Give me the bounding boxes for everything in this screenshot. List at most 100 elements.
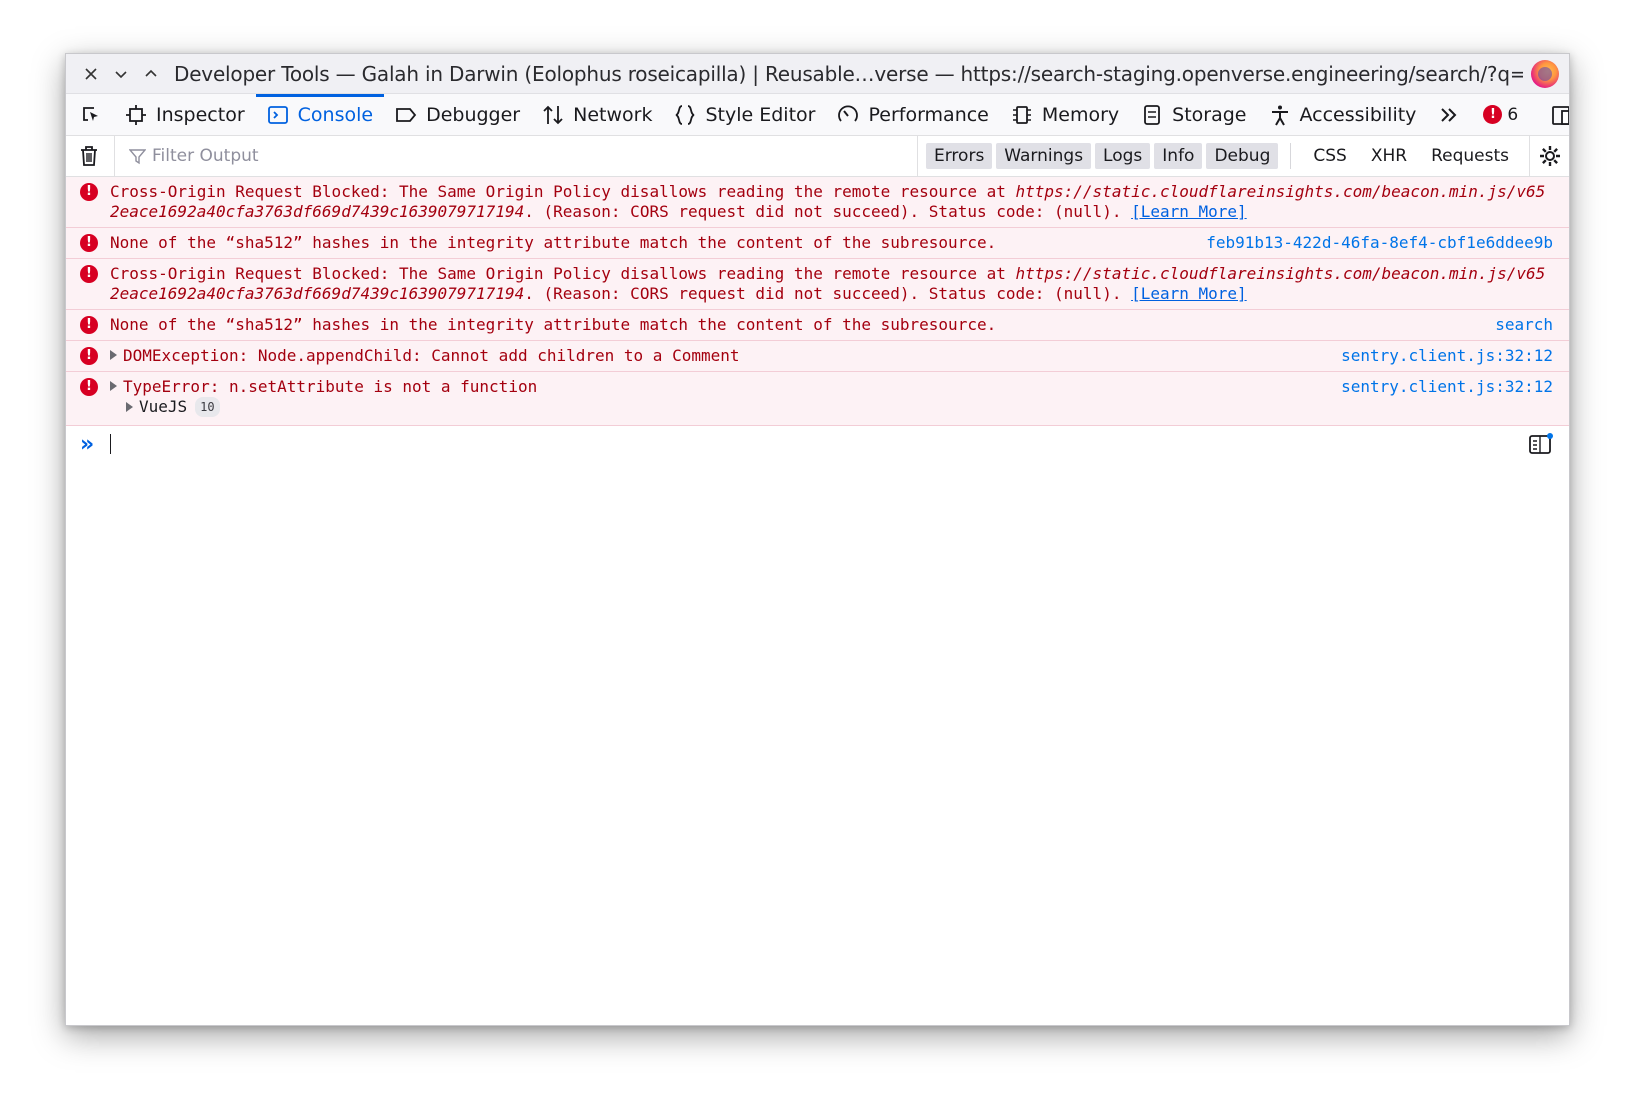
console-filter-bar: Filter Output Errors Warnings Logs Info … [66, 135, 1569, 177]
error-count-badge[interactable]: ! 6 [1471, 105, 1530, 125]
style-editor-icon [676, 104, 695, 125]
tab-console[interactable]: Console [255, 93, 385, 136]
error-icon: ! [80, 265, 98, 283]
console-message-error[interactable]: ! None of the “sha512” hashes in the int… [66, 228, 1569, 259]
close-icon[interactable] [76, 59, 106, 89]
tab-label: Console [297, 103, 374, 126]
error-icon: ! [80, 316, 98, 334]
devtools-window: Developer Tools — Galah in Darwin (Eolop… [65, 53, 1570, 1026]
minimize-icon[interactable] [106, 59, 136, 89]
error-icon: ! [80, 378, 98, 396]
message-text: Cross-Origin Request Blocked: The Same O… [110, 182, 1016, 201]
divider [1290, 143, 1292, 169]
tab-label: Performance [868, 103, 989, 126]
source-location: :32:12 [1495, 346, 1553, 365]
console-message-error[interactable]: ! TypeError: n.setAttribute is not a fun… [66, 372, 1569, 426]
message-text: None of the “sha512” hashes in the integ… [110, 315, 997, 334]
source-location: :32:12 [1495, 377, 1553, 396]
message-text: DOMException: Node.appendChild: Cannot a… [123, 346, 740, 365]
source-file: sentry.client.js [1341, 346, 1496, 365]
gear-icon [1539, 146, 1560, 166]
divider [917, 135, 918, 177]
accessibility-icon [1271, 105, 1288, 125]
responsive-design-button[interactable] [1542, 94, 1569, 136]
prompt-chevron-icon: » [80, 431, 95, 457]
debugger-icon [396, 107, 417, 122]
source-file: sentry.client.js [1341, 377, 1496, 396]
console-settings-button[interactable] [1529, 135, 1569, 177]
tab-inspector[interactable]: Inspector [114, 94, 256, 136]
message-source-link[interactable]: sentry.client.js:32:12 [1341, 346, 1553, 366]
console-message-error[interactable]: ! DOMException: Node.appendChild: Cannot… [66, 341, 1569, 372]
stack-group-label: VueJS [139, 397, 188, 416]
tab-label: Storage [1172, 103, 1247, 126]
element-picker-button[interactable] [72, 94, 114, 136]
message-text: TypeError: n.setAttribute is not a funct… [123, 377, 538, 396]
firefox-logo-icon [1531, 59, 1559, 88]
trash-icon [81, 146, 97, 166]
message-text: Cross-Origin Request Blocked: The Same O… [110, 264, 1016, 283]
tab-label: Debugger [426, 103, 521, 126]
clear-console-button[interactable] [74, 141, 104, 171]
filter-output-input[interactable]: Filter Output [114, 135, 917, 177]
expand-triangle-icon[interactable] [126, 402, 133, 412]
more-tools-button[interactable] [1427, 94, 1471, 136]
tab-storage[interactable]: Storage [1130, 94, 1257, 136]
filter-xhr[interactable]: XHR [1361, 143, 1417, 169]
console-output: ! Cross-Origin Request Blocked: The Same… [66, 177, 1569, 462]
tab-style-editor[interactable]: Style Editor [663, 94, 826, 136]
tab-label: Memory [1041, 103, 1120, 126]
filter-logs[interactable]: Logs [1095, 143, 1151, 169]
stack-group-count: 10 [195, 397, 220, 417]
tab-debugger[interactable]: Debugger [384, 94, 531, 136]
tab-label: Style Editor [705, 103, 816, 126]
filter-icon [129, 148, 146, 164]
expand-triangle-icon[interactable] [110, 381, 117, 391]
learn-more-link[interactable]: [Learn More] [1131, 284, 1247, 303]
filter-errors[interactable]: Errors [926, 143, 993, 169]
tab-label: Accessibility [1299, 103, 1417, 126]
message-text: None of the “sha512” hashes in the integ… [110, 233, 997, 252]
performance-icon [838, 105, 859, 122]
message-text: . (Reason: CORS request did not succeed)… [524, 284, 1132, 303]
filter-requests[interactable]: Requests [1421, 143, 1519, 169]
expand-triangle-icon[interactable] [110, 350, 117, 360]
message-source-link[interactable]: feb91b13-422d-46fa-8ef4-cbf1e6ddee9b [1206, 233, 1553, 253]
error-count: 6 [1507, 104, 1519, 125]
storage-icon [1144, 104, 1161, 125]
console-input[interactable]: » [66, 426, 1569, 462]
console-icon [267, 105, 288, 124]
stack-group[interactable]: VueJS 10 [80, 397, 1553, 417]
tab-accessibility[interactable]: Accessibility [1258, 94, 1428, 136]
filter-css[interactable]: CSS [1303, 143, 1356, 169]
chevron-double-right-icon [1441, 107, 1457, 122]
tab-memory[interactable]: Memory [1000, 94, 1130, 136]
message-source-link[interactable]: search [1495, 315, 1553, 335]
maximize-icon[interactable] [136, 59, 166, 89]
responsive-design-icon [1552, 105, 1569, 125]
console-message-error[interactable]: ! None of the “sha512” hashes in the int… [66, 310, 1569, 341]
title-bar: Developer Tools — Galah in Darwin (Eolop… [66, 54, 1569, 94]
message-source-link[interactable]: sentry.client.js:32:12 [1341, 377, 1553, 397]
filter-debug[interactable]: Debug [1206, 143, 1279, 169]
network-icon [543, 105, 563, 124]
console-message-error[interactable]: ! Cross-Origin Request Blocked: The Same… [66, 177, 1569, 228]
element-picker-icon [83, 106, 98, 121]
editor-mode-toggle-icon[interactable] [1529, 433, 1553, 455]
window-title: Developer Tools — Galah in Darwin (Eolop… [174, 61, 1523, 86]
tab-label: Network [573, 103, 653, 126]
error-icon: ! [80, 183, 98, 201]
tab-performance[interactable]: Performance [826, 94, 999, 136]
tab-label: Inspector [156, 103, 245, 126]
error-icon: ! [80, 234, 98, 252]
learn-more-link[interactable]: [Learn More] [1131, 202, 1247, 221]
error-icon: ! [80, 347, 98, 365]
text-caret [110, 434, 111, 454]
filter-info[interactable]: Info [1154, 143, 1203, 169]
console-message-error[interactable]: ! Cross-Origin Request Blocked: The Same… [66, 259, 1569, 310]
tab-network[interactable]: Network [531, 94, 663, 136]
message-text: . (Reason: CORS request did not succeed)… [524, 202, 1132, 221]
filter-placeholder: Filter Output [152, 146, 259, 166]
filter-warnings[interactable]: Warnings [996, 143, 1092, 169]
memory-icon [1012, 105, 1031, 124]
